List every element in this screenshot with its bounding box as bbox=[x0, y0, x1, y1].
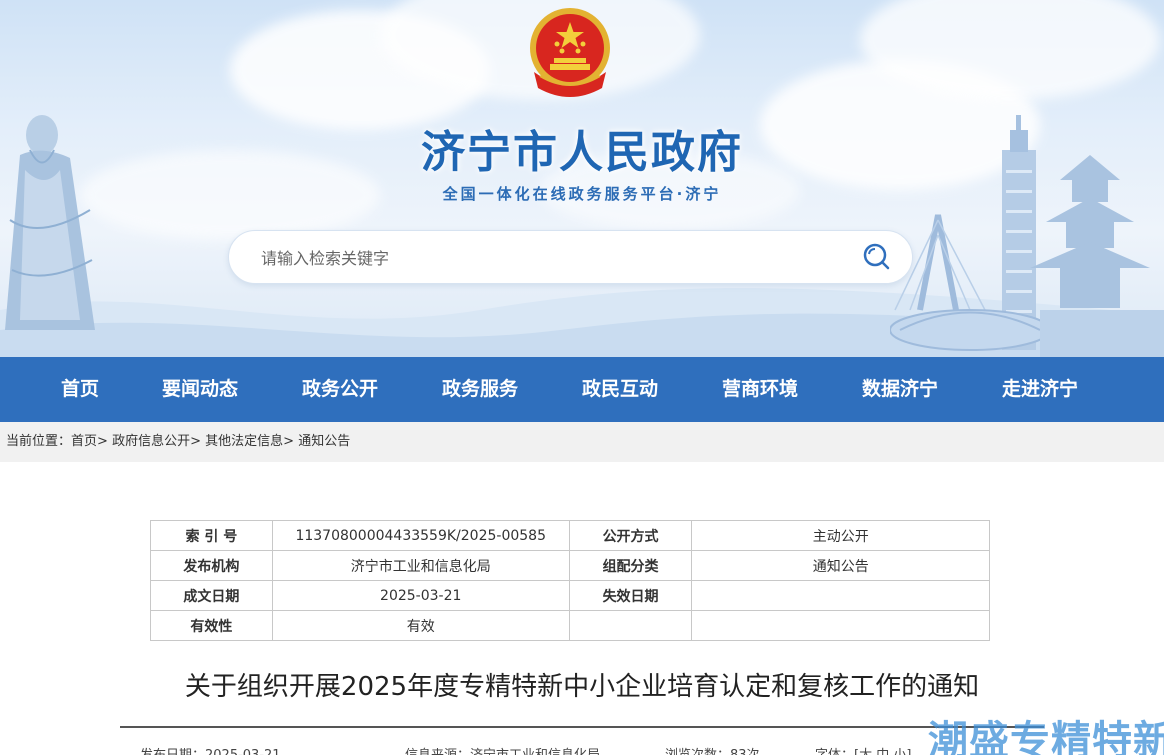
meta-value bbox=[691, 610, 990, 641]
breadcrumb-item-notices[interactable]: 通知公告 bbox=[298, 434, 350, 449]
meta-value: 济宁市工业和信息化局 bbox=[271, 550, 570, 581]
main-nav: 首页 要闻动态 政务公开 政务服务 政民互动 营商环境 数据济宁 走进济宁 bbox=[0, 357, 1164, 422]
nav-item-interact[interactable]: 政民互动 bbox=[550, 357, 690, 422]
nav-item-business[interactable]: 营商环境 bbox=[690, 357, 830, 422]
nav-item-home[interactable]: 首页 bbox=[10, 357, 150, 422]
national-emblem-icon bbox=[530, 8, 610, 97]
meta-key: 组配分类 bbox=[568, 550, 693, 581]
breadcrumb-separator: > bbox=[283, 434, 295, 449]
table-row: 索 引 号 11370800004433559K/2025-00585 公开方式… bbox=[150, 520, 990, 551]
meta-key: 公开方式 bbox=[568, 520, 693, 551]
search-icon[interactable] bbox=[860, 240, 894, 274]
header-banner: 济宁市人民政府 全国一体化在线政务服务平台·济宁 bbox=[0, 0, 1164, 357]
meta-key: 发布机构 bbox=[150, 550, 273, 581]
divider bbox=[120, 726, 1044, 728]
nav-item-news[interactable]: 要闻动态 bbox=[130, 357, 270, 422]
breadcrumb-item-home[interactable]: 首页 bbox=[71, 434, 97, 449]
meta-key: 成文日期 bbox=[150, 580, 273, 611]
info-source: 信息来源：济宁市工业和信息化局 bbox=[405, 744, 600, 755]
meta-value bbox=[691, 580, 990, 611]
breadcrumb-prefix: 当前位置： bbox=[6, 434, 72, 449]
article-title: 关于组织开展2025年度专精特新中小企业培育认定和复核工作的通知 bbox=[184, 672, 980, 702]
site-title: 济宁市人民政府 bbox=[421, 127, 743, 178]
view-count: 浏览次数：83次 bbox=[665, 744, 760, 755]
site-subtitle: 全国一体化在线政务服务平台·济宁 bbox=[442, 185, 722, 203]
breadcrumb-item-other-info[interactable]: 其他法定信息 bbox=[205, 434, 283, 449]
nav-item-about[interactable]: 走进济宁 bbox=[970, 357, 1110, 422]
meta-key bbox=[568, 610, 693, 641]
nav-item-gov-open[interactable]: 政务公开 bbox=[270, 357, 410, 422]
font-size-switch[interactable]: 字体：[大 中 小] bbox=[815, 744, 911, 755]
breadcrumb-item-gov-info[interactable]: 政府信息公开 bbox=[112, 434, 190, 449]
publish-date: 发布日期：2025-03-21 bbox=[140, 744, 281, 755]
meta-value: 有效 bbox=[271, 610, 570, 641]
meta-key: 失效日期 bbox=[568, 580, 693, 611]
nav-item-services[interactable]: 政务服务 bbox=[410, 357, 550, 422]
search-input[interactable] bbox=[261, 241, 841, 275]
doc-meta-table: 索 引 号 11370800004433559K/2025-00585 公开方式… bbox=[150, 520, 990, 641]
meta-value: 通知公告 bbox=[691, 550, 990, 581]
breadcrumb-separator: > bbox=[190, 434, 201, 449]
meta-value: 主动公开 bbox=[691, 520, 990, 551]
breadcrumb-separator: > bbox=[97, 434, 108, 449]
meta-key: 有效性 bbox=[150, 610, 273, 641]
meta-value: 11370800004433559K/2025-00585 bbox=[271, 520, 570, 551]
breadcrumb: 当前位置：首页> 政府信息公开> 其他法定信息> 通知公告 bbox=[0, 422, 1164, 462]
table-row: 有效性 有效 bbox=[150, 610, 990, 641]
meta-value: 2025-03-21 bbox=[271, 580, 570, 611]
search-box bbox=[228, 230, 913, 284]
table-row: 成文日期 2025-03-21 失效日期 bbox=[150, 580, 990, 611]
meta-key: 索 引 号 bbox=[150, 520, 273, 551]
watermark-text: 潮盛专精特新 bbox=[928, 718, 1164, 755]
table-row: 发布机构 济宁市工业和信息化局 组配分类 通知公告 bbox=[150, 550, 990, 581]
nav-item-data[interactable]: 数据济宁 bbox=[830, 357, 970, 422]
